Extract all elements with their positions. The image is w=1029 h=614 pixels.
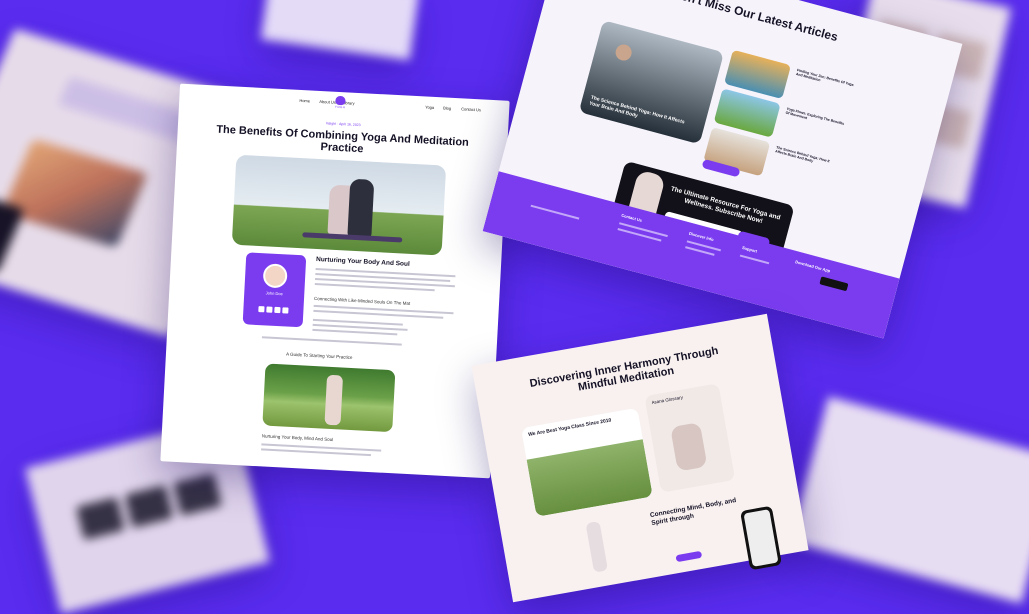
article-page: Home About Us Library Yoga Blog Contact … bbox=[160, 83, 510, 479]
thumb bbox=[75, 496, 125, 541]
twitter-icon[interactable] bbox=[266, 306, 273, 313]
guide-heading: A Guide To Starting Your Practice bbox=[285, 351, 353, 361]
section-title: Nurturing Your Body And Soul bbox=[315, 255, 410, 268]
article-title[interactable]: Finding Your Zen: Benefits Of Yoga And M… bbox=[795, 68, 855, 91]
nav-yoga[interactable]: Yoga bbox=[425, 104, 434, 109]
facebook-icon[interactable] bbox=[258, 306, 265, 313]
bg-page-top bbox=[260, 0, 420, 61]
text-line bbox=[617, 228, 662, 242]
articles-page: Don't Miss Our Latest Articles The Scien… bbox=[482, 0, 963, 339]
nav-contact[interactable]: Contact Us bbox=[461, 106, 481, 112]
footer-heading: Download Our App bbox=[794, 259, 831, 274]
glossary-card: Asana Glossary bbox=[644, 383, 736, 493]
article-title[interactable]: Yoga Flows: Exploring The Benefits Of Mo… bbox=[785, 107, 845, 130]
section-title: Connecting Mind, Body, and Spirit throug… bbox=[649, 497, 737, 527]
featured-title: The Science Behind Yoga: How It Affects … bbox=[588, 94, 686, 126]
text-line bbox=[261, 336, 402, 346]
person bbox=[613, 42, 634, 63]
linkedin-icon[interactable] bbox=[274, 306, 281, 314]
hero-image bbox=[231, 154, 447, 256]
thumb bbox=[124, 484, 174, 528]
author-name: John Doe bbox=[265, 290, 283, 297]
text-line bbox=[530, 204, 580, 220]
learn-more-button[interactable] bbox=[675, 550, 703, 563]
avatar bbox=[262, 263, 288, 289]
text-line bbox=[739, 254, 770, 265]
person bbox=[670, 422, 708, 472]
author-card: John Doe bbox=[242, 252, 307, 328]
footer-heading: Contact Us bbox=[620, 212, 643, 223]
person bbox=[324, 374, 344, 426]
article-title[interactable]: The Science Behind Yoga: How It Affects … bbox=[775, 145, 835, 168]
nav-blog[interactable]: Blog bbox=[443, 105, 451, 110]
glossary-title: Asana Glossary bbox=[651, 394, 684, 406]
woman-with-mat-image bbox=[262, 363, 396, 433]
nav-home[interactable]: Home bbox=[299, 98, 310, 104]
text-line bbox=[312, 328, 398, 336]
logo[interactable]: YOGA bbox=[329, 95, 352, 109]
person bbox=[347, 178, 375, 238]
class-card: We Are Best Yoga Class Since 2010 bbox=[521, 407, 653, 517]
yoga-pair-image bbox=[526, 439, 653, 517]
thumb bbox=[172, 472, 222, 516]
bottom-heading: Nurturing Your Body, Mind And Soul bbox=[261, 433, 334, 443]
person bbox=[585, 521, 609, 573]
featured-article[interactable]: The Science Behind Yoga: How It Affects … bbox=[578, 20, 725, 145]
instagram-icon[interactable] bbox=[282, 307, 289, 314]
sunset-yoga-image bbox=[1, 138, 148, 248]
footer-heading: Discover Info bbox=[688, 230, 715, 243]
bg-page-bottom-right bbox=[789, 396, 1029, 604]
social-links bbox=[243, 305, 303, 314]
sub-heading: Connecting With Like-Minded Souls On The… bbox=[313, 295, 411, 306]
footer-heading: Support bbox=[741, 244, 758, 254]
class-card-title: We Are Best Yoga Class Since 2010 bbox=[527, 417, 612, 438]
app-store-badge[interactable] bbox=[819, 276, 849, 292]
